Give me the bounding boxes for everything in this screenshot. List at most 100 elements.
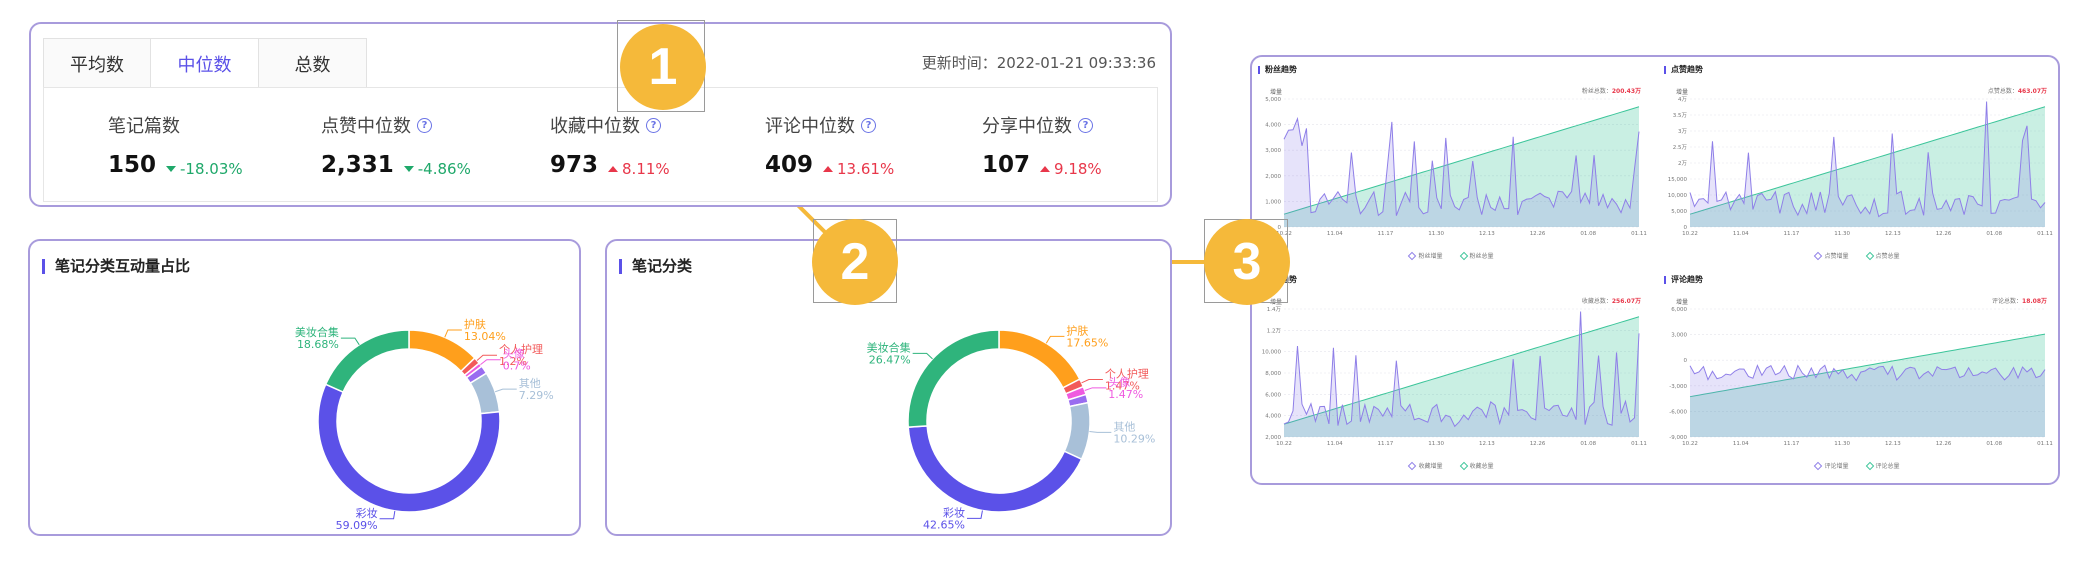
slice-pct: 13.04% [464, 330, 506, 343]
y-tick: 1.2万 [1267, 327, 1282, 334]
y-tick: 3.5万 [1673, 112, 1688, 119]
help-icon[interactable]: ? [861, 117, 876, 133]
x-tick: 11.04 [1327, 231, 1343, 237]
legend-increment[interactable]: 点赞增量 [1814, 251, 1849, 260]
x-tick: 11.17 [1378, 231, 1394, 237]
slice-name: 护肤 [1066, 323, 1088, 337]
tab-total[interactable]: 总数 [259, 38, 367, 88]
stat-label: 点赞中位数 [321, 116, 411, 137]
stat-type-tabs: 平均数 中位数 总数 [43, 38, 367, 88]
donut-slice[interactable] [1063, 401, 1091, 461]
help-icon[interactable]: ? [417, 117, 432, 133]
x-tick: 01.08 [1986, 231, 2002, 237]
y-tick: 3,000 [1671, 333, 1687, 339]
up-arrow-icon [1040, 166, 1051, 172]
y-tick: 2,000 [1265, 174, 1281, 180]
x-tick: 12.13 [1479, 231, 1495, 237]
x-tick: 01.11 [1631, 231, 1647, 237]
x-tick: 01.11 [1631, 441, 1647, 447]
stat-note-count: 笔记篇数 150 -18.03% [108, 112, 243, 178]
label-leader [340, 337, 360, 346]
slice-pct: 26.47% [869, 353, 911, 366]
stat-value: 973 [550, 152, 599, 178]
stat-likes-median: 点赞中位数? 2,331 -4.86% [321, 112, 471, 178]
slice-pct: 18.68% [297, 338, 339, 351]
slice-name: 美妆合集 [867, 340, 911, 354]
x-tick: 01.08 [1580, 441, 1596, 447]
slice-pct: 17.65% [1066, 336, 1108, 349]
stat-collects-median: 收藏中位数? 973 8.11% [550, 112, 670, 178]
increment-area [1690, 365, 2045, 437]
label-leader [495, 388, 517, 393]
stat-label: 笔记篇数 [108, 116, 180, 137]
callout-2: 2 [812, 219, 898, 305]
stat-label: 收藏中位数 [550, 116, 640, 137]
stat-value: 409 [765, 152, 814, 178]
y-tick: 3万 [1678, 128, 1687, 135]
x-tick: 12.13 [1479, 441, 1495, 447]
legend-total[interactable]: 评论总量 [1865, 461, 1900, 470]
stat-value: 2,331 [321, 152, 394, 178]
trend-svg: 5,0004,0003,0002,0001,000010.22 11.04 11.1… [1265, 97, 1647, 237]
panel-title: 笔记分类 [619, 259, 692, 274]
x-tick: 12.26 [1530, 231, 1546, 237]
legend-increment[interactable]: 评论增量 [1814, 461, 1849, 470]
donut-slice[interactable] [907, 329, 1000, 428]
slice-pct: 10.29% [1113, 432, 1155, 445]
likes-trend-chart: 点赞趋势 增量 点赞总数：463.07万 4万 3.5万 3万 2.5万 2万 15,00… [1660, 59, 2055, 264]
legend-total[interactable]: 点赞总量 [1865, 251, 1900, 260]
x-tick: 01.11 [2037, 231, 2053, 237]
tab-average[interactable]: 平均数 [43, 38, 151, 88]
y-tick: 5,000 [1671, 209, 1687, 215]
y-tick: 2万 [1678, 160, 1687, 167]
trends-panel: 粉丝趋势 增量 粉丝总数：200.43万 5,000 4,000 3,000 2,00… [1250, 55, 2060, 485]
x-tick: 01.08 [1580, 231, 1596, 237]
stat-value: 150 [108, 152, 157, 178]
y-tick: 6,000 [1265, 392, 1281, 398]
mini-legend: 评论增量 评论总量 [1660, 461, 2055, 470]
tab-median[interactable]: 中位数 [151, 38, 259, 88]
callout-1: 1 [620, 24, 706, 110]
x-tick: 01.11 [2037, 441, 2053, 447]
x-tick: 11.30 [1834, 231, 1850, 237]
y-tick: 6,000 [1671, 307, 1687, 313]
help-icon[interactable]: ? [646, 117, 661, 133]
stat-delta: -4.86% [403, 160, 471, 178]
y-tick: 10,000 [1668, 193, 1688, 199]
y-tick: 1.4万 [1267, 306, 1282, 313]
y-tick: 4,000 [1265, 414, 1281, 420]
label-leader [1089, 430, 1112, 433]
y-tick: -6,000 [1669, 409, 1687, 415]
label-leader [1045, 335, 1065, 344]
x-tick: 11.30 [1834, 441, 1850, 447]
y-tick: 15,000 [1668, 177, 1688, 183]
help-icon[interactable]: ? [1078, 117, 1093, 133]
y-tick: 3,000 [1265, 148, 1281, 154]
legend-total[interactable]: 收藏总量 [1459, 461, 1494, 470]
legend-total[interactable]: 粉丝总量 [1459, 251, 1494, 260]
donut-slice[interactable] [907, 425, 1083, 513]
x-tick: 12.26 [1936, 441, 1952, 447]
label-leader [1084, 387, 1107, 391]
interaction-donut-chart: 护肤13.04%个人护理1.2%头像0.7%其他7.29%彩妆59.09%美妆合… [295, 317, 554, 532]
x-tick: 10.22 [1682, 231, 1698, 237]
x-tick: 11.04 [1733, 231, 1749, 237]
stats-box: 笔记篇数 150 -18.03% 点赞中位数? 2,331 -4.86% 收藏中… [43, 87, 1158, 202]
stat-delta: -18.03% [166, 160, 243, 178]
legend-increment[interactable]: 收藏增量 [1408, 461, 1443, 470]
y-tick: 10,000 [1262, 350, 1282, 356]
y-tick: 4万 [1678, 96, 1687, 103]
label-leader [966, 510, 983, 519]
comments-trend-chart: 评论趋势 增量 评论总数：18.08万 6,000 3,000 0 -3,000 -6,… [1660, 269, 2055, 474]
x-tick: 01.08 [1986, 441, 2002, 447]
stat-delta: 13.61% [823, 160, 894, 178]
donut-slice[interactable] [317, 383, 501, 513]
down-arrow-icon [166, 166, 177, 172]
legend-increment[interactable]: 粉丝增量 [1408, 251, 1443, 260]
x-tick: 12.26 [1936, 231, 1952, 237]
y-tick: -3,000 [1669, 384, 1687, 390]
trend-svg: 1.4万1.2万10,0008,0006,0004,0002,00010.22 1… [1262, 306, 1647, 447]
slice-pct: 1.47% [1108, 388, 1143, 401]
slice-pct: 59.09% [336, 519, 378, 532]
x-tick: 11.30 [1428, 441, 1444, 447]
